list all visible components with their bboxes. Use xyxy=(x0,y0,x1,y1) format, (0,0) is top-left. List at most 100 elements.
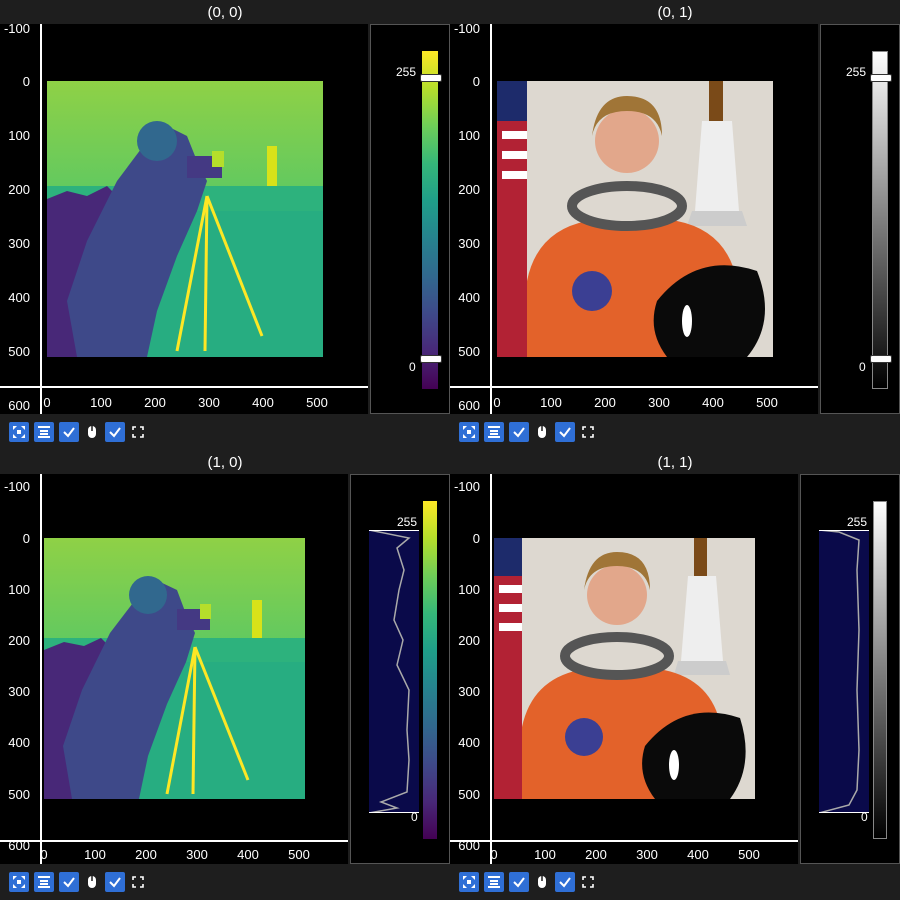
checkmark-icon xyxy=(513,427,525,438)
colorbar-max-label: 255 xyxy=(397,515,418,529)
panel-0-1: (0, 1) -100 0 100 200 300 400 500 600 0 … xyxy=(450,0,900,450)
colorbar-min-label: 0 xyxy=(409,360,416,374)
y-tick: 100 xyxy=(8,582,30,597)
mouse-icon xyxy=(84,873,100,891)
align-button[interactable] xyxy=(34,422,54,442)
fullscreen-checkbox[interactable] xyxy=(555,872,575,892)
x-axis xyxy=(0,386,368,388)
x-axis xyxy=(450,386,818,388)
y-tick: 200 xyxy=(8,633,30,648)
y-axis xyxy=(40,24,42,414)
mouse-mode-checkbox[interactable] xyxy=(59,422,79,442)
min-level-handle[interactable] xyxy=(870,355,892,363)
panel-0-0: (0, 0) -100 0 100 200 300 400 500 600 0 … xyxy=(0,0,450,450)
y-tick: 0 xyxy=(22,74,30,89)
y-tick: 600 xyxy=(458,398,480,413)
y-tick: -100 xyxy=(453,479,480,494)
fullscreen-checkbox[interactable] xyxy=(555,422,575,442)
x-tick: 400 xyxy=(687,847,709,862)
x-tick: 500 xyxy=(288,847,310,862)
x-tick: 200 xyxy=(585,847,607,862)
x-tick: 0 xyxy=(493,395,501,410)
y-tick: 600 xyxy=(8,398,30,413)
gray-colorbar xyxy=(872,51,888,389)
histogram-plot xyxy=(819,530,869,813)
fullscreen-icon xyxy=(130,423,146,441)
colorbar-min-label: 0 xyxy=(861,810,868,824)
checkmark-icon xyxy=(559,427,571,438)
colorbar-panel[interactable]: 255 0 xyxy=(370,24,450,414)
x-tick: 400 xyxy=(237,847,259,862)
align-button[interactable] xyxy=(484,872,504,892)
mouse-icon xyxy=(534,873,550,891)
auto-range-button[interactable] xyxy=(459,422,479,442)
min-level-handle[interactable] xyxy=(420,355,442,363)
camera-image xyxy=(44,538,305,799)
checkmark-icon xyxy=(109,427,121,438)
y-tick: 100 xyxy=(458,582,480,597)
max-level-handle[interactable] xyxy=(420,74,442,82)
auto-range-button[interactable] xyxy=(9,422,29,442)
y-tick: -100 xyxy=(3,21,30,36)
max-level-handle[interactable] xyxy=(870,74,892,82)
mouse-icon xyxy=(84,423,100,441)
panel-toolbar xyxy=(9,420,146,444)
y-tick: 300 xyxy=(458,236,480,251)
y-tick: 500 xyxy=(458,787,480,802)
y-tick: 100 xyxy=(8,128,30,143)
x-axis xyxy=(450,840,798,842)
y-tick: 0 xyxy=(472,74,480,89)
panel-1-0: (1, 0) -100 0 100 200 300 400 500 600 0 … xyxy=(0,450,450,900)
align-icon xyxy=(488,426,500,438)
panel-toolbar xyxy=(459,420,596,444)
fullscreen-checkbox[interactable] xyxy=(105,872,125,892)
mouse-mode-checkbox[interactable] xyxy=(509,422,529,442)
y-tick: 100 xyxy=(458,128,480,143)
y-tick: 400 xyxy=(8,735,30,750)
image-plot[interactable] xyxy=(450,24,818,414)
y-tick: 400 xyxy=(8,290,30,305)
x-tick: 0 xyxy=(490,847,498,862)
colorbar-panel[interactable]: 255 0 xyxy=(820,24,900,414)
x-tick: 300 xyxy=(636,847,658,862)
x-tick: 0 xyxy=(43,395,51,410)
x-tick: 100 xyxy=(540,395,562,410)
mouse-mode-checkbox[interactable] xyxy=(59,872,79,892)
y-tick: 200 xyxy=(458,182,480,197)
astronaut-image xyxy=(494,538,755,799)
histogram-panel[interactable]: 255 0 xyxy=(800,474,900,864)
colorbar-min-label: 0 xyxy=(859,360,866,374)
image-plot[interactable] xyxy=(0,24,368,414)
y-tick: 400 xyxy=(458,735,480,750)
astronaut-image xyxy=(497,81,773,357)
x-tick: 300 xyxy=(198,395,220,410)
histogram-panel[interactable]: 255 0 xyxy=(350,474,450,864)
x-tick: 200 xyxy=(594,395,616,410)
auto-range-button[interactable] xyxy=(459,872,479,892)
camera-image xyxy=(47,81,323,357)
image-plot[interactable] xyxy=(0,474,348,864)
auto-range-icon xyxy=(13,876,25,888)
y-tick: 500 xyxy=(8,344,30,359)
checkmark-icon xyxy=(63,427,75,438)
colorbar-max-label: 255 xyxy=(846,65,867,79)
checkmark-icon xyxy=(513,877,525,888)
colorbar-max-label: 255 xyxy=(847,515,868,529)
colorbar-max-label: 255 xyxy=(396,65,417,79)
x-tick: 300 xyxy=(648,395,670,410)
viridis-colorbar xyxy=(422,51,438,389)
auto-range-button[interactable] xyxy=(9,872,29,892)
x-tick: 0 xyxy=(40,847,48,862)
y-tick: -100 xyxy=(3,479,30,494)
image-plot[interactable] xyxy=(450,474,798,864)
y-axis xyxy=(40,474,42,864)
fullscreen-icon xyxy=(580,873,596,891)
fullscreen-checkbox[interactable] xyxy=(105,422,125,442)
mouse-mode-checkbox[interactable] xyxy=(509,872,529,892)
align-button[interactable] xyxy=(34,872,54,892)
x-tick: 400 xyxy=(702,395,724,410)
align-icon xyxy=(488,876,500,888)
y-tick: -100 xyxy=(453,21,480,36)
align-button[interactable] xyxy=(484,422,504,442)
mouse-icon xyxy=(534,423,550,441)
